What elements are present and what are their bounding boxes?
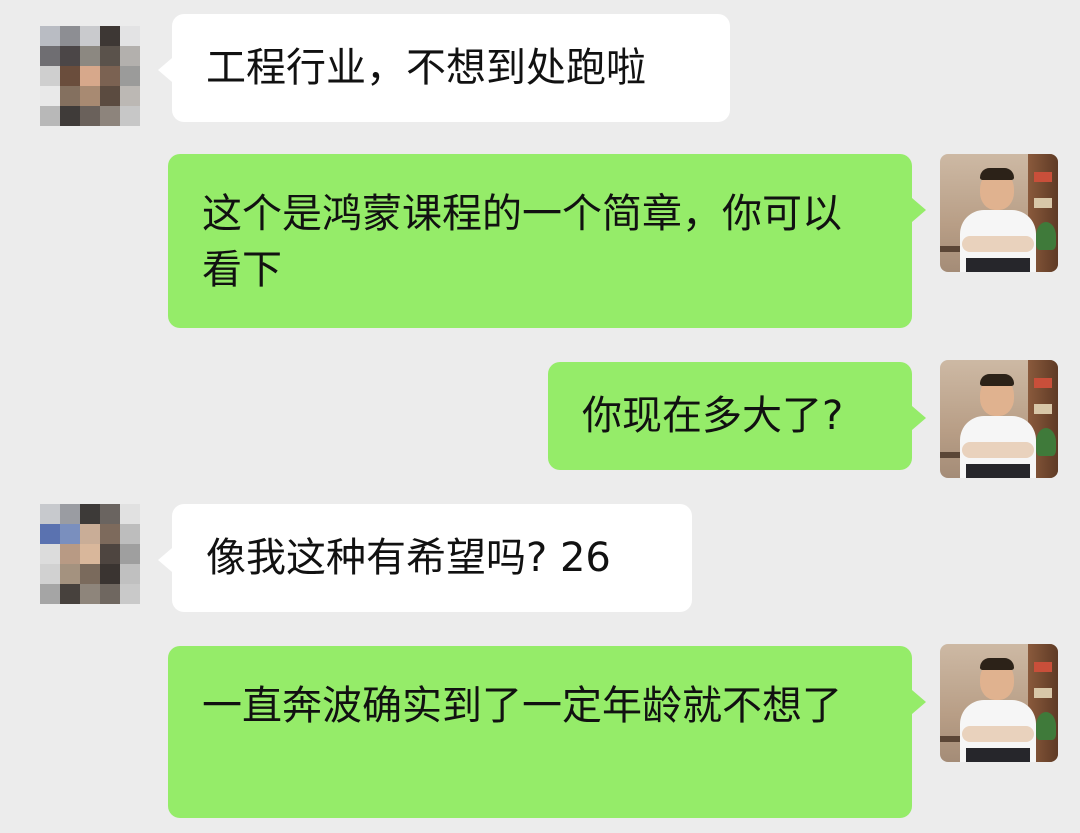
message-bubble-incoming[interactable]: 像我这种有希望吗? 26 xyxy=(158,504,692,612)
plant-graphic xyxy=(1036,712,1056,740)
person-hair-graphic xyxy=(980,168,1014,180)
person-pants-graphic xyxy=(966,258,1030,272)
self-avatar[interactable] xyxy=(940,360,1058,478)
person-pants-graphic xyxy=(966,748,1030,762)
message-bubble-outgoing[interactable]: 你现在多大了? xyxy=(548,362,926,470)
message-text: 你现在多大了? xyxy=(582,393,844,439)
plant-graphic xyxy=(1036,428,1056,456)
crossed-arms-graphic xyxy=(962,236,1034,252)
self-avatar[interactable] xyxy=(940,644,1058,762)
message-text: 一直奔波确实到了一定年龄就不想了 xyxy=(202,683,842,729)
message-text: 像我这种有希望吗? 26 xyxy=(206,535,611,581)
person-hair-graphic xyxy=(980,658,1014,670)
crossed-arms-graphic xyxy=(962,726,1034,742)
person-pants-graphic xyxy=(966,464,1030,478)
contact-avatar[interactable] xyxy=(40,504,160,624)
self-avatar[interactable] xyxy=(940,154,1058,272)
message-bubble-incoming[interactable]: 工程行业，不想到处跑啦 xyxy=(158,14,730,122)
message-text: 这个是鸿蒙课程的一个简章，你可以看下 xyxy=(202,191,842,293)
crossed-arms-graphic xyxy=(962,442,1034,458)
message-text: 工程行业，不想到处跑啦 xyxy=(206,45,646,91)
message-bubble-outgoing[interactable]: 这个是鸿蒙课程的一个简章，你可以看下 xyxy=(168,154,926,328)
plant-graphic xyxy=(1036,222,1056,250)
contact-avatar[interactable] xyxy=(40,26,160,146)
message-bubble-outgoing[interactable]: 一直奔波确实到了一定年龄就不想了 xyxy=(168,646,926,818)
chat-conversation: 工程行业，不想到处跑啦 这个是鸿蒙课程的一个简章，你可以看下 你现在多大了? 像… xyxy=(0,0,1080,833)
person-hair-graphic xyxy=(980,374,1014,386)
